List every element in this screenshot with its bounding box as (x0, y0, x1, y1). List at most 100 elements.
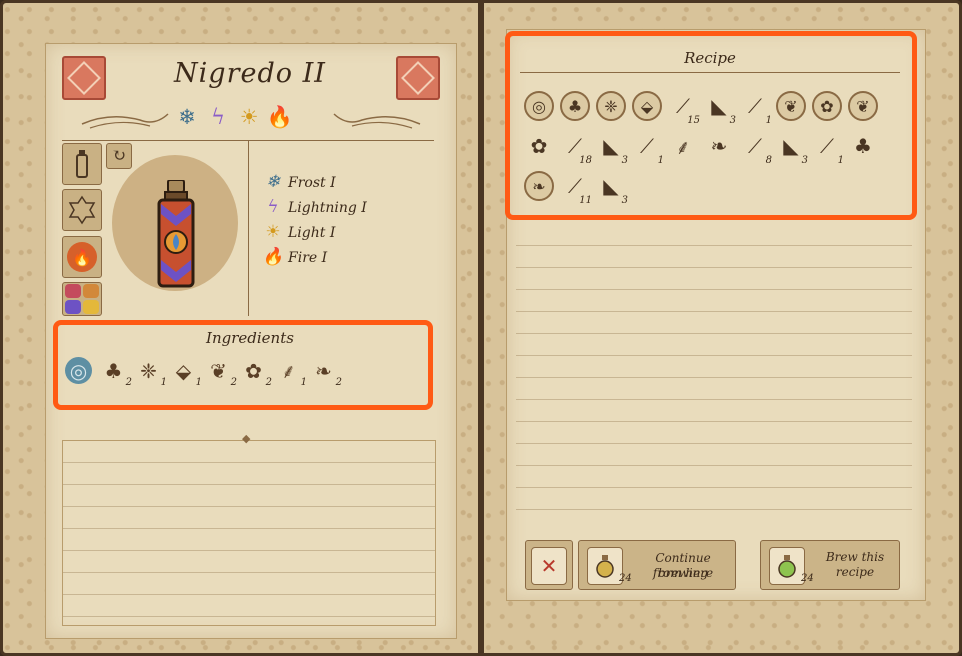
vertical-divider (248, 140, 249, 316)
leaf-step-icon: ✿ (530, 134, 548, 158)
recipe-step[interactable]: ⟋ 1 (810, 129, 844, 166)
effect-item-frost: ❄ Frost I (262, 170, 367, 195)
mushroom-ingredient-icon: ♣ (104, 358, 123, 383)
sticker-button[interactable] (62, 189, 102, 231)
root-ingredient-icon: ⸙ (281, 359, 296, 383)
effect-item-light: ☀ Light I (262, 220, 367, 245)
potion-title: Nigredo II (174, 58, 326, 89)
effect-label: Frost I (288, 174, 336, 191)
ingredient-item[interactable]: ◎ (64, 356, 98, 386)
recipe-title: Recipe (684, 49, 736, 67)
ingredient-item[interactable]: ❈ 1 (134, 356, 168, 389)
brew-label-1: Brew this (825, 550, 885, 564)
light-icon: ☀ (265, 222, 281, 242)
recipe-step[interactable]: ⸙ (666, 129, 700, 163)
recipe-step[interactable]: ◣ 3 (594, 169, 628, 206)
leaf-ingredient-icon: ✿ (245, 358, 262, 383)
crystal-ingredient-icon: ⬙ (175, 358, 192, 383)
continue-brewing-button[interactable]: 24 Continue brewing from here (578, 540, 736, 590)
ingredient-list: ◎ ♣ 2 ❈ 1 ⬙ 1 ❦ 2 ✿ 2 ⸙ 1 ❧ 2 (64, 356, 344, 389)
step-count: 3 (621, 195, 628, 206)
ornament-tile-right (396, 56, 440, 100)
root-step-icon: ⸙ (675, 134, 691, 159)
ingredient-count: 1 (160, 377, 167, 388)
recipe-step[interactable]: ♣ (846, 129, 880, 163)
light-icon: ☀ (239, 104, 259, 129)
flame-icon: 🔥 (67, 242, 97, 272)
ingredient-item[interactable]: ⬙ 1 (169, 356, 203, 389)
recipe-row: ❧ ⟋ 11 ◣ 3 (522, 166, 902, 206)
step-count: 3 (801, 155, 808, 166)
color-button[interactable] (62, 282, 102, 316)
fire-flower-step-icon: ❧ (524, 171, 554, 201)
effect-item-lightning: ϟ Lightning I (262, 195, 367, 220)
ingredient-item[interactable]: ✿ 2 (239, 356, 273, 389)
discard-recipe-button[interactable]: ✕ (525, 540, 573, 590)
flourish-right (333, 113, 421, 129)
recipe-steps: ◎ ♣ ❈ ⬙ ⟋ 15 ◣ 3 ⟋ 1 ❦ ✿ ❦ ✿ ⟋ 18 ◣ 3 ⟋ 1 ⸙ ❧ ⟋ 8 ◣ 3 ⟋ 1 ♣ ❧ ⟋ 11 ◣ 3 (522, 86, 902, 206)
sphere-ingredient-icon: ◎ (65, 357, 92, 384)
recipe-step[interactable]: ◣ 3 (774, 129, 808, 166)
recipe-step[interactable]: ◣ 3 (702, 89, 736, 126)
crystal-step-icon: ⬙ (632, 91, 662, 121)
ingredient-count: 2 (265, 377, 272, 388)
continue-count: 24 (619, 573, 632, 584)
recipe-step[interactable]: ⟋ 15 (666, 89, 700, 126)
bottle-shape-button[interactable] (62, 143, 102, 185)
recipe-step[interactable]: ◎ (522, 89, 556, 123)
lightning-icon: ϟ (267, 197, 279, 217)
sphere-step-icon: ◎ (524, 91, 554, 121)
ingredient-count: 2 (230, 377, 237, 388)
recipe-step[interactable]: ❦ (774, 89, 808, 123)
recipe-step[interactable]: ♣ (558, 89, 592, 123)
ingredient-count: 2 (125, 377, 132, 388)
step-count: 3 (729, 115, 736, 126)
ingredient-item[interactable]: ❦ 2 (204, 356, 238, 389)
reset-icon[interactable]: ↻ (106, 143, 132, 169)
fire-icon: 🔥 (262, 247, 284, 267)
frost-icon: ❄ (265, 172, 281, 192)
effect-label: Lightning I (288, 199, 367, 216)
recipe-step[interactable]: ⟋ 11 (558, 169, 592, 206)
header-effects: ❄ ϟ ☀ 🔥 (174, 104, 293, 130)
discard-scroll-icon: ✕ (531, 547, 567, 585)
ingredients-title: Ingredients (206, 329, 294, 347)
recipe-step[interactable]: ⬙ (630, 89, 664, 123)
ingredient-item[interactable]: ⸙ 1 (274, 356, 308, 388)
recipe-step[interactable]: ✿ (810, 89, 844, 123)
ingredient-count: 2 (335, 377, 342, 388)
brew-recipe-button[interactable]: 24 Brew this recipe (760, 540, 900, 590)
recipe-step[interactable]: ❦ (846, 89, 880, 123)
potion-scroll-icon (587, 547, 623, 585)
continue-label-2: from here (652, 566, 714, 580)
recipe-step[interactable]: ❈ (594, 89, 628, 123)
recipe-step[interactable]: ⟋ 1 (630, 129, 664, 166)
fire-flower-ingredient-icon: ❧ (315, 358, 332, 383)
flower-bud-ingredient-icon: ❦ (210, 358, 227, 383)
fire-flower-step-icon: ❧ (710, 134, 728, 158)
ornament-tile-left (62, 56, 106, 100)
recipe-book: Nigredo II ❄ ϟ ☀ 🔥 🔥 ↻ ❄ Frost I ϟ Light… (0, 0, 962, 656)
recipe-step[interactable]: ⟋ 1 (738, 89, 772, 126)
frost-icon: ❄ (178, 104, 196, 129)
icon-button[interactable]: 🔥 (62, 236, 102, 278)
brew-label-2: recipe (835, 565, 875, 579)
notes-area[interactable] (62, 440, 436, 626)
step-count: 11 (579, 195, 592, 206)
recipe-step[interactable]: ❧ (522, 169, 556, 203)
brew-count: 24 (801, 573, 814, 584)
recipe-step[interactable]: ◣ 3 (594, 129, 628, 166)
crystal-cluster-ingredient-icon: ❈ (140, 358, 157, 383)
ingredient-item[interactable]: ❧ 2 (309, 356, 343, 389)
recipe-row: ✿ ⟋ 18 ◣ 3 ⟋ 1 ⸙ ❧ ⟋ 8 ◣ 3 ⟋ 1 ♣ (522, 126, 902, 166)
fire-icon: 🔥 (266, 104, 294, 129)
recipe-step[interactable]: ⟋ 18 (558, 129, 592, 166)
recipe-step[interactable]: ❧ (702, 129, 736, 163)
effect-label: Fire I (288, 249, 328, 266)
recipe-step[interactable]: ✿ (522, 129, 556, 163)
effect-list: ❄ Frost I ϟ Lightning I ☀ Light I 🔥 Fire… (262, 170, 367, 270)
recipe-step[interactable]: ⟋ 8 (738, 129, 772, 166)
ingredient-item[interactable]: ♣ 2 (99, 356, 133, 389)
step-count: 1 (765, 115, 772, 126)
mushroom-step-icon: ♣ (560, 91, 590, 121)
